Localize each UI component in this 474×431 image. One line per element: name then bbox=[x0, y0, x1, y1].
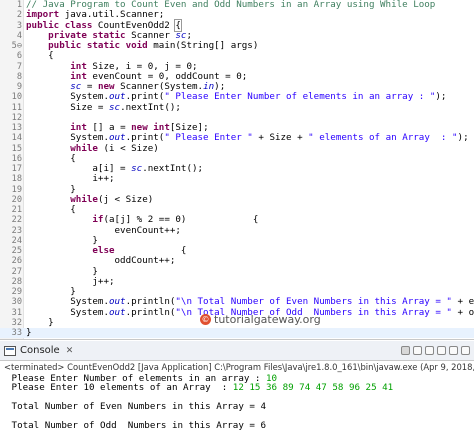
line-number: 25 bbox=[11, 246, 22, 256]
line-number: 24 bbox=[11, 235, 22, 246]
line-number: 8 bbox=[16, 71, 22, 82]
line-number: 13 bbox=[11, 123, 22, 133]
console-line: Please Enter 10 elements of an Array : 1… bbox=[6, 383, 474, 392]
line-number: 16 bbox=[11, 153, 22, 164]
line-number: 6 bbox=[16, 51, 22, 62]
line-number: 23 bbox=[11, 225, 22, 236]
console-line: Total Number of Odd Numbers in this Arra… bbox=[6, 421, 474, 430]
console-prompt: Total Number of Odd Numbers in this Arra… bbox=[6, 419, 266, 431]
code-line: 18 i++; bbox=[0, 173, 474, 185]
terminate-icon[interactable] bbox=[401, 346, 410, 355]
code-text: public static void main(String[] args) bbox=[48, 40, 259, 51]
line-number: 12 bbox=[11, 112, 22, 123]
close-icon[interactable]: ✕ bbox=[66, 346, 74, 356]
line-number: 15 bbox=[11, 143, 22, 154]
line-number: 5⊖ bbox=[11, 41, 22, 51]
line-number: 28 bbox=[11, 276, 22, 287]
console-tab[interactable]: Console bbox=[20, 345, 60, 356]
code-line: 11 Size = sc.nextInt(); bbox=[0, 101, 474, 113]
watermark: © tutorialgateway.org bbox=[200, 312, 321, 326]
line-number: 32 bbox=[11, 317, 22, 328]
remove-launch-icon[interactable] bbox=[413, 346, 422, 355]
code-line: 5⊖ public static void main(String[] args… bbox=[0, 40, 474, 51]
line-number: 19 bbox=[11, 184, 22, 195]
line-number: 20 bbox=[11, 194, 22, 205]
code-text: if(a[j] % 2 == 0) { bbox=[92, 214, 259, 226]
line-number: 33 bbox=[11, 328, 22, 338]
line-number: 18 bbox=[11, 174, 22, 185]
code-line: 26 oddCount++; bbox=[0, 255, 474, 267]
clear-console-icon[interactable] bbox=[425, 346, 434, 355]
code-text: System.out.print(" Please Enter Number o… bbox=[26, 91, 447, 103]
line-number: 1 bbox=[16, 0, 22, 10]
line-number: 29 bbox=[11, 287, 22, 297]
code-line: 10 System.out.print(" Please Enter Numbe… bbox=[0, 91, 474, 103]
line-number: 2 bbox=[16, 10, 22, 21]
code-text: i++; bbox=[26, 173, 115, 185]
line-number: 27 bbox=[11, 266, 22, 277]
line-number: 3 bbox=[16, 20, 22, 31]
console-view-header: Console ✕ bbox=[0, 341, 474, 361]
code-text: { bbox=[26, 50, 54, 62]
code-text: oddCount++; bbox=[26, 255, 176, 267]
pin-console-icon[interactable] bbox=[449, 346, 458, 355]
code-line: 22 if(a[j] % 2 == 0) { bbox=[0, 214, 474, 226]
console-output[interactable]: Please Enter Number of elements in an ar… bbox=[0, 374, 474, 431]
line-number: 9 bbox=[16, 82, 22, 92]
line-number: 7 bbox=[16, 61, 22, 72]
code-text: } bbox=[26, 327, 32, 338]
line-number: 4 bbox=[16, 30, 22, 41]
code-editor[interactable]: 1// Java Program to Count Even and Odd N… bbox=[0, 0, 474, 340]
console-toolbar bbox=[401, 346, 474, 355]
watermark-text: tutorialgateway.org bbox=[214, 312, 321, 326]
line-number: 17 bbox=[11, 164, 22, 174]
console-prompt: Total Number of Even Numbers in this Arr… bbox=[6, 401, 266, 413]
line-number: 21 bbox=[11, 205, 22, 215]
line-number: 14 bbox=[11, 133, 22, 144]
code-text: Size = sc.nextInt(); bbox=[26, 101, 181, 113]
line-number: 11 bbox=[11, 102, 22, 113]
line-number: 31 bbox=[11, 307, 22, 318]
console-line: Total Number of Even Numbers in this Arr… bbox=[6, 402, 474, 411]
line-number: 22 bbox=[11, 215, 22, 226]
copyright-icon: © bbox=[200, 313, 211, 325]
line-number: 10 bbox=[11, 92, 22, 103]
console-icon bbox=[4, 345, 16, 356]
console-user-input: 12 15 36 89 74 47 58 96 25 41 bbox=[232, 382, 394, 394]
line-number: 26 bbox=[11, 256, 22, 267]
display-console-icon[interactable] bbox=[461, 346, 470, 355]
console-prompt: Please Enter 10 elements of an Array : bbox=[6, 382, 233, 394]
line-number: 30 bbox=[11, 297, 22, 308]
code-line: 33} bbox=[0, 327, 474, 339]
scroll-lock-icon[interactable] bbox=[437, 346, 446, 355]
